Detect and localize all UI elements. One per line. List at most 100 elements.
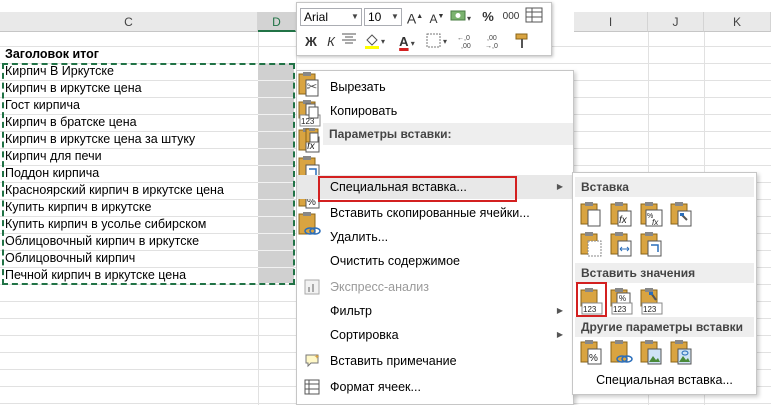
bold-button[interactable]: Ж (301, 32, 321, 52)
paste-values-number-format-icon[interactable]: % 123 (609, 287, 633, 315)
accounting-format-button[interactable]: ▾ (449, 7, 477, 27)
paste-values-source-format-icon[interactable]: 123 (639, 287, 663, 315)
format-painter-button[interactable] (513, 32, 537, 52)
paste-column-widths-icon[interactable] (609, 231, 633, 259)
column-header-c[interactable]: C (0, 12, 258, 32)
paste-link-icon[interactable] (609, 339, 633, 367)
menu-item-paste-special[interactable]: Специальная вставка... ▶ (297, 175, 573, 199)
menu-item-label: Специальная вставка... (330, 180, 467, 194)
decrease-decimal-button[interactable]: ,00 →,0 (483, 32, 509, 52)
chevron-right-icon: ▶ (556, 182, 563, 191)
svg-text:%: % (589, 353, 598, 364)
svg-text:▾: ▾ (443, 37, 447, 46)
fill-color-button[interactable]: ▾ (363, 32, 391, 52)
submenu-other-header: Другие параметры вставки (575, 317, 754, 337)
chevron-down-icon[interactable]: ▼ (389, 9, 401, 25)
chevron-down-icon[interactable]: ▼ (349, 9, 361, 25)
copy-icon (304, 103, 320, 119)
column-header-i[interactable]: I (574, 12, 648, 32)
menu-item-insert-comment[interactable]: ✦ Вставить примечание (297, 349, 573, 373)
submenu-paste-header: Вставка (575, 177, 754, 197)
svg-text:→,0: →,0 (485, 43, 498, 50)
font-name-combo[interactable]: Arial ▼ (300, 8, 362, 26)
menu-item-label: Сортировка (330, 328, 399, 342)
italic-button[interactable]: К (321, 32, 341, 52)
menu-item-sort[interactable]: Сортировка ▶ (297, 323, 573, 347)
paste-no-borders-icon[interactable] (579, 231, 603, 259)
paste-formulas-number-format-icon[interactable]: % fx (639, 201, 663, 229)
svg-text:fx: fx (619, 215, 628, 226)
chevron-right-icon: ▶ (556, 330, 563, 339)
clipboard-icon (304, 127, 320, 143)
paste-keep-source-format-icon[interactable] (669, 201, 693, 229)
svg-text:▾: ▾ (467, 14, 471, 23)
cell-row[interactable]: Кирпич для печи (5, 148, 102, 165)
font-size-value: 10 (368, 10, 382, 24)
cell-row[interactable]: Кирпич в братске цена (5, 114, 137, 131)
cell-row[interactable]: Кирпич в иркутске цена (5, 80, 142, 97)
borders-button[interactable]: ▾ (425, 32, 453, 52)
format-table-button[interactable] (525, 7, 547, 27)
align-center-icon (342, 33, 356, 44)
thousands-button[interactable]: 000 (500, 7, 522, 27)
submenu-paste-special-link[interactable]: Специальная вставка... (573, 371, 756, 389)
paste-options-header: Параметры вставки: (323, 123, 573, 145)
svg-text:123: 123 (643, 305, 657, 314)
column-header-d[interactable]: D (258, 12, 296, 32)
menu-item-quick-analysis[interactable]: Экспресс-анализ (297, 275, 573, 299)
svg-text:123: 123 (613, 305, 627, 314)
cell-row[interactable]: Красноярский кирпич в иркутске цена (5, 182, 224, 199)
menu-item-cut[interactable]: ✂ Вырезать (297, 75, 573, 99)
cell-row[interactable]: Гост кирпича (5, 97, 80, 114)
paste-formatting-icon[interactable]: % (579, 339, 603, 367)
svg-text:,00: ,00 (461, 43, 471, 50)
cell-row[interactable]: Печной кирпич в иркутске цена (5, 267, 186, 284)
paste-transpose-icon[interactable] (639, 231, 663, 259)
menu-item-insert-copied[interactable]: Вставить скопированные ячейки... (297, 201, 573, 225)
menu-item-label: Вставить примечание (330, 354, 457, 368)
cell-row[interactable]: Облицовочный кирпич (5, 250, 135, 267)
menu-item-copy[interactable]: Копировать (297, 99, 573, 123)
grow-font-button[interactable]: A▲ (405, 7, 425, 27)
cell-header[interactable]: Заголовок итог (5, 46, 99, 63)
menu-item-label: Вырезать (330, 80, 386, 94)
brush-icon (515, 33, 528, 48)
decrease-decimal-icon: ,00→,0 (485, 35, 498, 50)
align-center-button[interactable] (341, 32, 361, 52)
menu-item-delete[interactable]: Удалить... (297, 225, 573, 249)
svg-text:%: % (619, 294, 626, 303)
paste-icon[interactable] (579, 201, 603, 229)
increase-decimal-icon: ←,0,00 (457, 35, 471, 50)
svg-text:fx: fx (652, 218, 659, 227)
font-name-value: Arial (304, 10, 329, 24)
chevron-right-icon: ▶ (556, 306, 563, 315)
table-icon (525, 7, 543, 23)
font-size-combo[interactable]: 10 ▼ (364, 8, 402, 26)
svg-text:,00: ,00 (487, 35, 497, 42)
menu-item-filter[interactable]: Фильтр ▶ (297, 299, 573, 323)
comment-icon: ✦ (304, 353, 320, 369)
format-cells-icon (304, 379, 320, 395)
menu-item-clear[interactable]: Очистить содержимое (297, 249, 573, 273)
column-header-k[interactable]: K (704, 12, 771, 32)
increase-decimal-button[interactable]: ←,0,00 (455, 32, 481, 52)
svg-text:←,0: ←,0 (457, 35, 470, 42)
shrink-font-button[interactable]: A▼ (427, 7, 447, 27)
percent-button[interactable]: % (479, 7, 497, 27)
paste-formulas-icon[interactable]: fx (609, 201, 633, 229)
cell-row[interactable]: Кирпич В Иркутске (5, 63, 114, 80)
paste-linked-picture-icon[interactable] (669, 339, 693, 367)
menu-item-label: Вставить скопированные ячейки... (330, 206, 530, 220)
column-header-j[interactable]: J (648, 12, 704, 32)
cell-row[interactable]: Облицовочный кирпич в иркутске (5, 233, 199, 250)
menu-item-format-cells[interactable]: Формат ячеек... (297, 375, 573, 399)
cell-row[interactable]: Поддон кирпича (5, 165, 99, 182)
menu-item-label: Удалить... (330, 230, 389, 244)
cell-row[interactable]: Купить кирпич в иркутске (5, 199, 151, 216)
cell-row[interactable]: Кирпич в иркутске цена за штуку (5, 131, 195, 148)
currency-icon: ▾ (450, 10, 471, 23)
cell-row[interactable]: Купить кирпич в усолье сибирском (5, 216, 206, 233)
paste-values-icon[interactable]: 123 (579, 287, 603, 315)
paste-picture-icon[interactable] (639, 339, 663, 367)
font-color-button[interactable]: A ▾ (393, 32, 421, 52)
